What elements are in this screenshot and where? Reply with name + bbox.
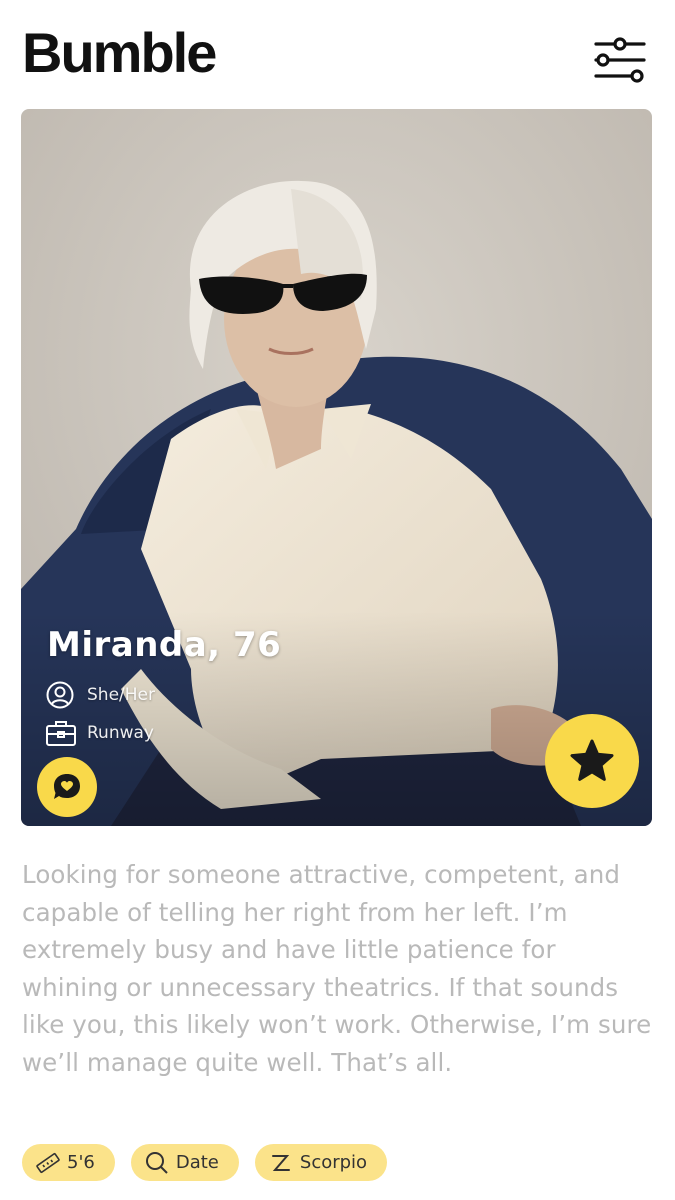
chip-looking-for[interactable]: Date [130, 1144, 239, 1181]
job-text: Runway [87, 723, 154, 743]
search-icon [145, 1151, 168, 1174]
chip-zodiac-label: Scorpio [299, 1152, 368, 1173]
filter-button[interactable] [592, 36, 650, 86]
profile-card[interactable]: Miranda, 76 She/Her Runway [21, 109, 652, 826]
chip-looking-for-label: Date [175, 1152, 219, 1173]
zodiac-icon [271, 1154, 290, 1171]
pronouns-text: She/Her [87, 685, 155, 705]
compliment-chat-icon [54, 774, 80, 799]
pronouns-row: She/Her [45, 680, 155, 710]
chip-zodiac[interactable]: Scorpio [254, 1144, 388, 1181]
chip-height-label: 5'6 [67, 1152, 95, 1173]
profile-bio: Looking for someone attractive, competen… [22, 860, 652, 1077]
compliment-button[interactable] [37, 757, 97, 817]
profile-name-age: Miranda, 76 [47, 625, 282, 665]
job-row: Runway [45, 718, 154, 748]
briefcase-icon [46, 721, 76, 746]
superswipe-button[interactable] [545, 714, 639, 808]
profile-chips: 5'6 Date Scorpio [22, 1144, 388, 1181]
chip-height[interactable]: 5'6 [22, 1144, 115, 1181]
ruler-icon [36, 1152, 60, 1173]
user-icon [46, 681, 74, 709]
star-icon [570, 739, 614, 781]
app-header: Bumble [0, 0, 675, 105]
sliders-icon [594, 37, 646, 83]
app-logo: Bumble [22, 21, 217, 84]
